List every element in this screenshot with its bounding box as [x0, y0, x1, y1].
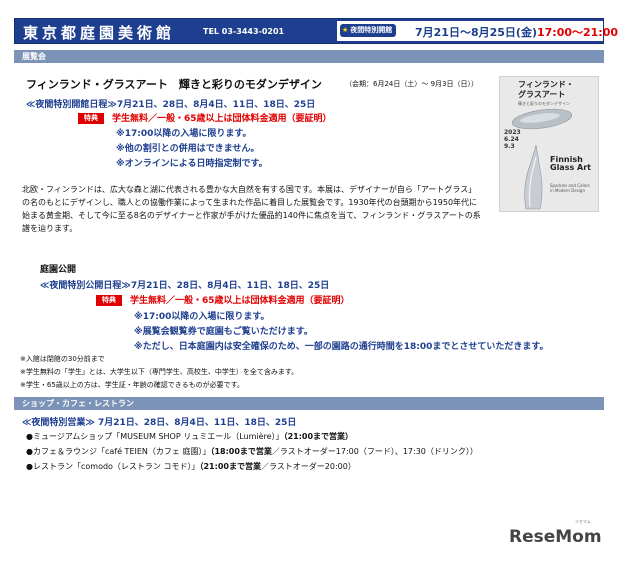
- badge-label: 夜間特別開館: [350, 26, 393, 34]
- poster-subtitle: 輝きと彩りのモダンデザイン: [518, 101, 570, 106]
- garden-benefit-row: 特典 学生無料／一般・65歳以上は団体料金適用（要証明）: [96, 293, 350, 306]
- footnote-1: ※入館は閉館の30分前まで: [20, 355, 105, 363]
- garden-benefit: 学生無料／一般・65歳以上は団体料金適用（要証明）: [130, 296, 350, 306]
- shop-schedule: ≪夜間特別営業≫ 7月21日、28日、8月4日、11日、18日、25日: [22, 418, 297, 428]
- footnote-2: ※学生無料の「学生」とは、大学生以下（専門学生、高校生、中学生）を全て含みます。: [20, 368, 299, 376]
- exhibition-note-3: ※オンラインによる日時指定制です。: [116, 159, 268, 169]
- garden-note-1: ※17:00以降の入場に限ります。: [134, 312, 270, 322]
- garden-title: 庭園公開: [40, 265, 77, 275]
- shop-item-restaurant: ●レストラン「comodo（レストラン コモド）」（21:00まで営業／ラストオ…: [26, 462, 356, 471]
- night-opening-notice: ★ 夜間特別開館 7月21日～8月25日(金)17:00～21:00: [337, 21, 618, 41]
- night-opening-badge: ★ 夜間特別開館: [340, 24, 397, 37]
- poster-title: フィンランド・ グラスアート: [518, 80, 574, 99]
- exhibition-period: （会期：6月24日（土）～ 9月3日（日））: [345, 80, 478, 88]
- poster-dates: 2023 6.24 9.3: [504, 129, 521, 150]
- exhibition-benefit-row: 特典 学生無料／一般・65歳以上は団体料金適用（要証明）: [78, 111, 332, 124]
- shop-item-museum-shop: ●ミュージアムショップ「MUSEUM SHOP リュミエール（Lumière）」…: [26, 432, 354, 441]
- garden-schedule: ≪夜間特別公開日程≫7月21日、28日、8月4日、11日、18日、25日: [40, 281, 330, 291]
- footnote-3: ※学生・65歳以上の方は、学生証・年齢の確認できるものが必要です。: [20, 381, 244, 389]
- resemom-logo: リセマム ReseMom: [509, 519, 602, 547]
- exhibition-description: 北欧・フィンランドは、広大な森と湖に代表される豊かな大自然を有する国です。本展は…: [22, 185, 481, 233]
- poster-english-subtitle: Sparkles and Colors in Modern Design: [550, 183, 590, 193]
- time-range: 17:00～21:00: [536, 26, 619, 39]
- exhibition-section-bar: 展覧会: [14, 50, 604, 63]
- exhibition-note-2: ※他の割引との併用はできません。: [116, 144, 260, 154]
- benefit-tag: 特典: [78, 113, 104, 124]
- museum-name: 東京都庭園美術館: [23, 24, 176, 42]
- exhibition-note-1: ※17:00以降の入場に限ります。: [116, 129, 252, 139]
- shop-item-cafe: ●カフェ＆ラウンジ「café TEIEN（カフェ 庭園）」（18:00まで営業／…: [26, 447, 478, 456]
- shop-section-bar: ショップ・カフェ・レストラン: [14, 397, 604, 410]
- museum-tel: TEL 03-3443-0201: [203, 27, 285, 36]
- exhibition-benefit: 学生無料／一般・65歳以上は団体料金適用（要証明）: [112, 114, 332, 124]
- garden-note-3: ※ただし、日本庭園内は安全確保のため、一部の園路の通行時間を18:00までとさせ…: [134, 342, 549, 352]
- benefit-tag: 特典: [96, 295, 122, 306]
- date-range: 7月21日～8月25日(金): [415, 26, 537, 39]
- exhibition-poster: フィンランド・ グラスアート 輝きと彩りのモダンデザイン 2023 6.24 9…: [499, 76, 599, 212]
- header-banner: 東京都庭園美術館 TEL 03-3443-0201 ★ 夜間特別開館 7月21日…: [14, 18, 618, 44]
- exhibition-title: フィンランド・グラスアート 輝きと彩りのモダンデザイン: [26, 78, 322, 91]
- exhibition-schedule: ≪夜間特別開館日程≫7月21日、28日、8月4日、11日、18日、25日: [26, 100, 316, 110]
- star-icon: ★: [342, 26, 349, 34]
- poster-english-title: Finnish Glass Art: [550, 155, 591, 172]
- garden-note-2: ※展覧会観覧券で庭園もご覧いただけます。: [134, 327, 313, 337]
- night-opening-dates: 7月21日～8月25日(金)17:00～21:00: [415, 24, 618, 40]
